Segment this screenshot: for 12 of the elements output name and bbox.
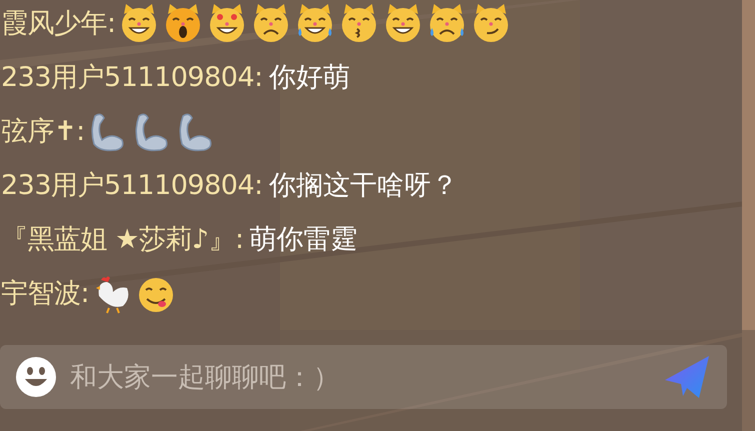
user-name: 233用户511109804: — [1, 169, 263, 203]
chat-message: 萌你雷霆 — [250, 223, 358, 257]
chat-input[interactable]: 和大家一起聊聊吧：） — [0, 345, 727, 409]
user-name: 233用户511109804: — [1, 61, 263, 95]
chat-message: 你好萌 — [268, 61, 350, 95]
user-name: 霞风少年: — [1, 7, 116, 41]
user-name: 弦序✝: — [1, 115, 85, 149]
message-field[interactable]: 和大家一起聊聊吧：） — [68, 360, 653, 394]
user-name: 『黑蓝姐 ★莎莉♪』: — [1, 223, 244, 257]
chat-message: 你搁这干啥呀？ — [268, 169, 458, 203]
smiley-icon[interactable] — [16, 357, 56, 397]
user-name: 宇智波: — [1, 277, 90, 311]
